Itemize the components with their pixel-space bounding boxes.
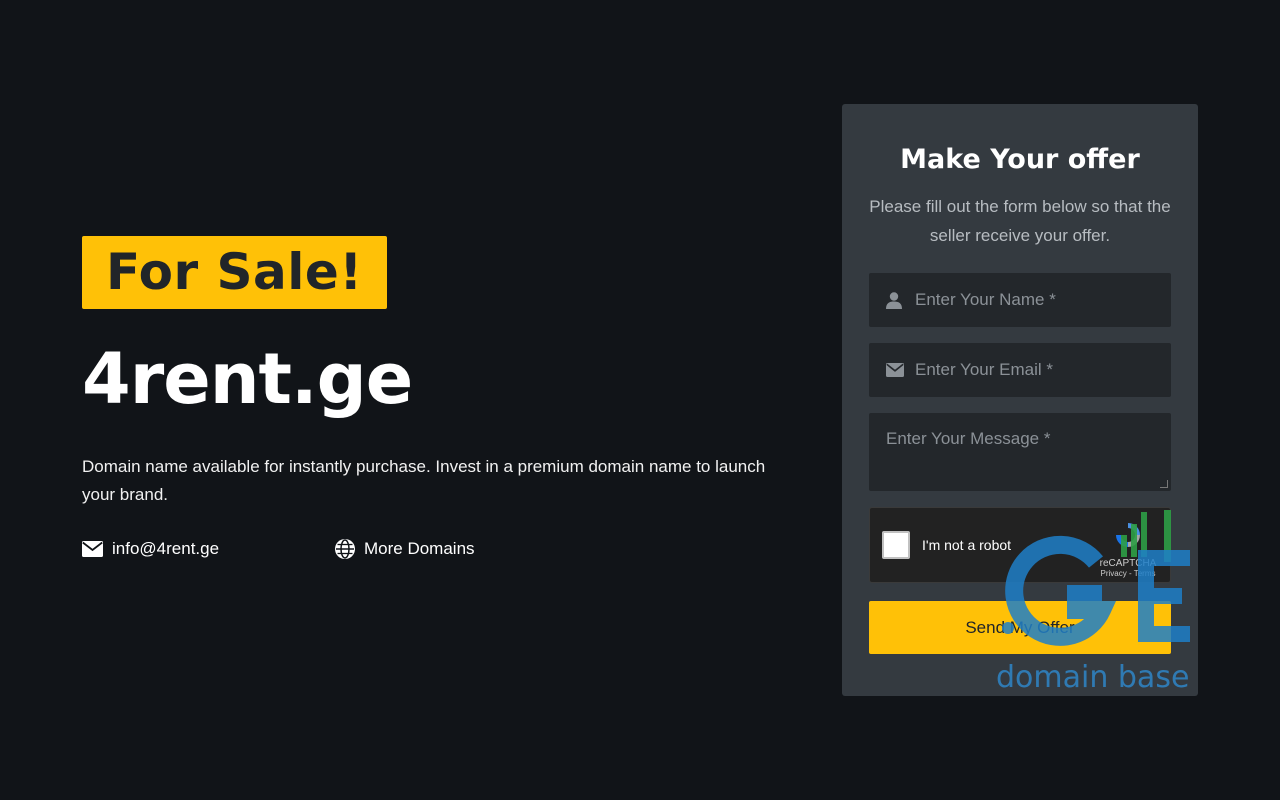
recaptcha-brand: reCAPTCHA Privacy - Terms — [1098, 520, 1158, 578]
recaptcha-icon — [1116, 523, 1140, 547]
envelope-icon — [82, 541, 103, 557]
form-title: Make Your offer — [900, 144, 1140, 175]
email-link[interactable]: info@4rent.ge — [82, 539, 335, 559]
email-field-wrapper — [869, 343, 1171, 397]
name-field-wrapper — [869, 273, 1171, 327]
recaptcha-links[interactable]: Privacy - Terms — [1098, 569, 1158, 578]
domain-title: 4rent.ge — [82, 338, 413, 420]
more-domains-text: More Domains — [364, 539, 475, 558]
hero-section: For Sale! 4rent.ge Domain name available… — [82, 236, 782, 559]
envelope-icon — [886, 363, 904, 377]
message-input[interactable] — [869, 413, 1171, 491]
name-input[interactable] — [869, 273, 1171, 327]
recaptcha-checkbox[interactable] — [882, 531, 910, 559]
message-field-wrapper — [869, 413, 1171, 491]
user-icon — [886, 291, 902, 309]
email-text: info@4rent.ge — [112, 539, 220, 558]
contact-links: info@4rent.ge More Domains — [82, 539, 782, 559]
resize-handle[interactable] — [1160, 480, 1168, 488]
more-domains-link[interactable]: More Domains — [335, 539, 475, 559]
globe-icon — [335, 539, 355, 559]
for-sale-badge: For Sale! — [82, 236, 387, 309]
email-input[interactable] — [869, 343, 1171, 397]
domain-description: Domain name available for instantly purc… — [82, 457, 766, 504]
form-subtitle: Please fill out the form below so that t… — [869, 197, 1171, 245]
offer-form-card: Make Your offer Please fill out the form… — [842, 104, 1198, 696]
send-offer-button[interactable]: Send My Offer — [869, 601, 1171, 654]
recaptcha-name: reCAPTCHA — [1099, 558, 1157, 569]
recaptcha-widget: I'm not a robot reCAPTCHA Privacy - Term… — [869, 507, 1171, 583]
recaptcha-label: I'm not a robot — [922, 537, 1012, 553]
